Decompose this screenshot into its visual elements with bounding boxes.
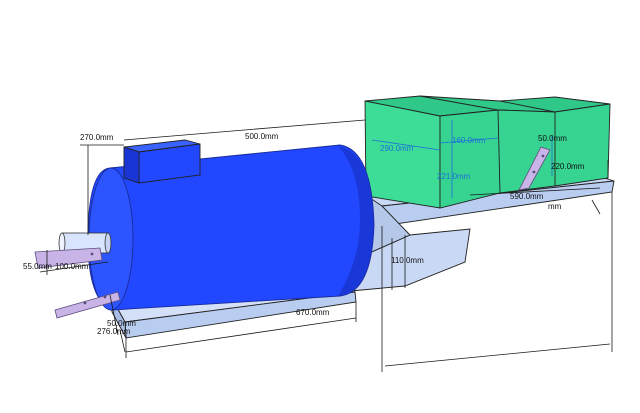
dim-160: 160.0mm (452, 136, 486, 145)
dim-590: 590.0mm (510, 192, 544, 201)
dim-50-top: 50.0mm (538, 134, 567, 143)
model-scene[interactable]: 270.0mm 500.0mm 290.0mm 160.0mm 221.0mm … (0, 0, 640, 408)
dim-290: 290.0mm (380, 144, 414, 153)
sketchup-model-viewport[interactable]: 270.0mm 500.0mm 290.0mm 160.0mm 221.0mm … (0, 0, 640, 408)
motor-body[interactable] (87, 139, 375, 311)
dim-220: 220.0mm (551, 162, 585, 171)
dim-100: 100.0mm (55, 262, 89, 271)
dim-55: 55.0mm (23, 262, 52, 271)
dim-670: 670.0mm (296, 308, 330, 317)
dim-mm-tail: mm (548, 202, 562, 211)
terminal-box-side (123, 146, 140, 184)
dim-276: 276.0mm (97, 327, 131, 336)
dim-110: 110.0mm (391, 256, 424, 265)
dim-270: 270.0mm (80, 133, 114, 142)
pump-left-face (364, 100, 441, 209)
dim-500: 500.0mm (245, 132, 279, 141)
dim-221: 221.0mm (437, 172, 471, 181)
